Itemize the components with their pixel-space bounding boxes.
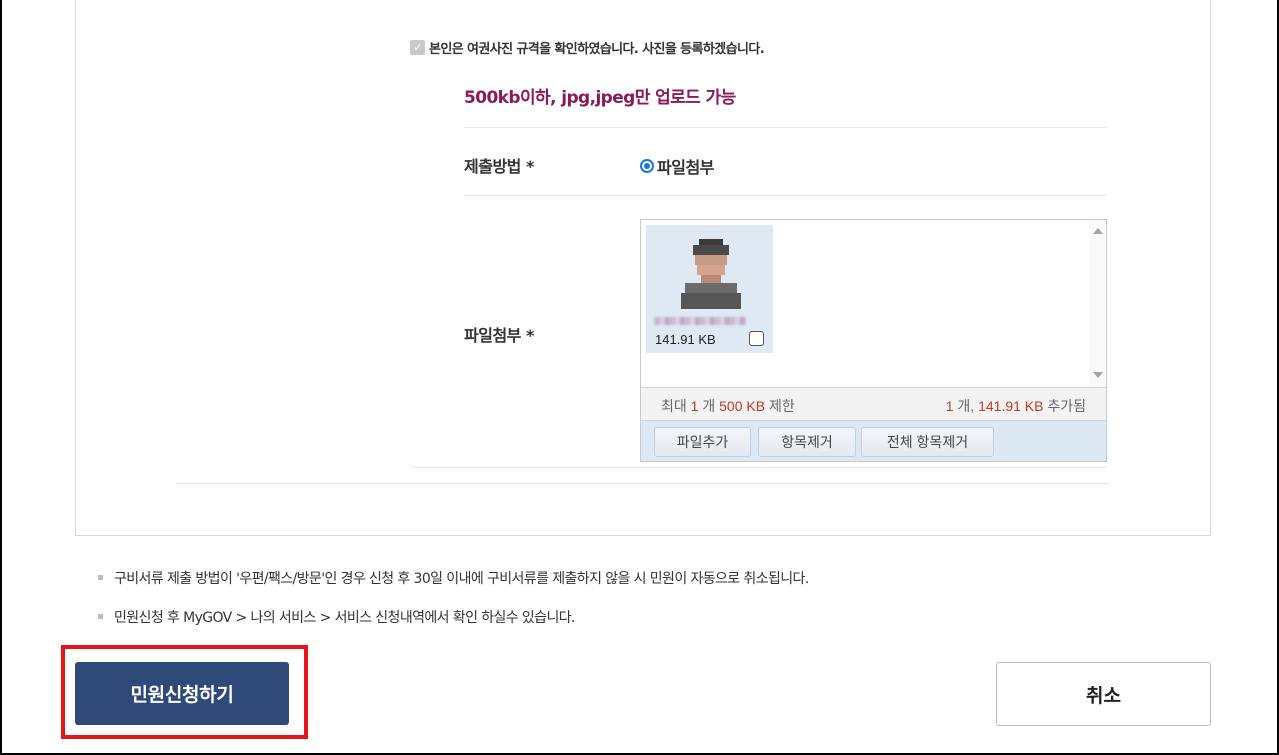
- upload-notice: 500kb이하, jpg,jpeg만 업로드 가능: [464, 88, 736, 108]
- note-text: 민원신청 후 MyGOV > 나의 서비스 > 서비스 신청내역에서 확인 하실…: [114, 610, 575, 626]
- filename-redacted: [654, 317, 746, 325]
- note-item: 민원신청 후 MyGOV > 나의 서비스 > 서비스 신청내역에서 확인 하실…: [98, 607, 575, 627]
- divider: [464, 195, 1107, 196]
- added-count: 1: [945, 398, 954, 414]
- file-size-label: 141.91 KB: [655, 332, 716, 347]
- remove-item-button[interactable]: 항목제거: [758, 427, 856, 457]
- submit-method-label: 제출방법 *: [464, 157, 534, 176]
- limit-suffix: 제한: [768, 398, 795, 414]
- apply-button[interactable]: 민원신청하기: [75, 662, 289, 725]
- added-size: 141.91 KB: [978, 398, 1044, 414]
- limit-prefix: 최대: [661, 398, 687, 414]
- remove-all-items-button[interactable]: 전체 항목제거: [861, 427, 994, 457]
- divider: [412, 467, 1107, 468]
- upload-info-bar: 최대 1 개 500 KB 제한 1 개, 141.91 KB 추가됨: [641, 387, 1106, 420]
- submit-method-option: 파일첨부: [657, 158, 714, 177]
- cancel-button[interactable]: 취소: [996, 662, 1211, 726]
- scroll-up-icon[interactable]: [1093, 228, 1103, 234]
- limit-count: 1: [690, 398, 699, 414]
- scroll-down-icon[interactable]: [1093, 372, 1103, 378]
- limit-count-unit: 개: [702, 398, 716, 414]
- submit-method-radio-file[interactable]: 파일첨부: [640, 154, 714, 178]
- add-file-button[interactable]: 파일추가: [654, 427, 751, 457]
- upload-limit-text: 최대 1 개 500 KB 제한: [661, 396, 795, 416]
- added-suffix: 추가됨: [1047, 398, 1086, 414]
- file-list-scrollbar[interactable]: [1089, 220, 1106, 387]
- file-uploader: 141.91 KB 최대 1 개 500 KB 제한 1 개, 141.91 K…: [640, 219, 1107, 462]
- checkmark-icon[interactable]: ✓: [410, 39, 425, 55]
- attachment-label: 파일첨부 *: [464, 326, 534, 345]
- note-text: 구비서류 제출 방법이 '우편/팩스/방문'인 경우 신청 후 30일 이내에 …: [114, 571, 809, 587]
- uploader-toolbar: 파일추가 항목제거 전체 항목제거: [641, 420, 1106, 461]
- note-item: 구비서류 제출 방법이 '우편/팩스/방문'인 경우 신청 후 30일 이내에 …: [98, 568, 809, 588]
- divider: [176, 483, 1109, 484]
- radio-selected-icon[interactable]: [640, 159, 654, 173]
- photo-thumbnail: [679, 233, 743, 309]
- file-item[interactable]: 141.91 KB: [646, 225, 773, 353]
- divider: [464, 127, 1107, 128]
- consent-text: 본인은 여권사진 규격을 확인하였습니다. 사진을 등록하겠습니다.: [429, 41, 765, 57]
- consent-checkbox-row[interactable]: ✓ 본인은 여권사진 규격을 확인하였습니다. 사진을 등록하겠습니다.: [410, 38, 765, 57]
- file-list[interactable]: 141.91 KB: [641, 220, 1106, 387]
- file-select-checkbox[interactable]: [749, 331, 764, 346]
- limit-size: 500 KB: [719, 398, 766, 414]
- upload-added-text: 1 개, 141.91 KB 추가됨: [946, 396, 1086, 416]
- added-count-unit: 개,: [957, 398, 975, 414]
